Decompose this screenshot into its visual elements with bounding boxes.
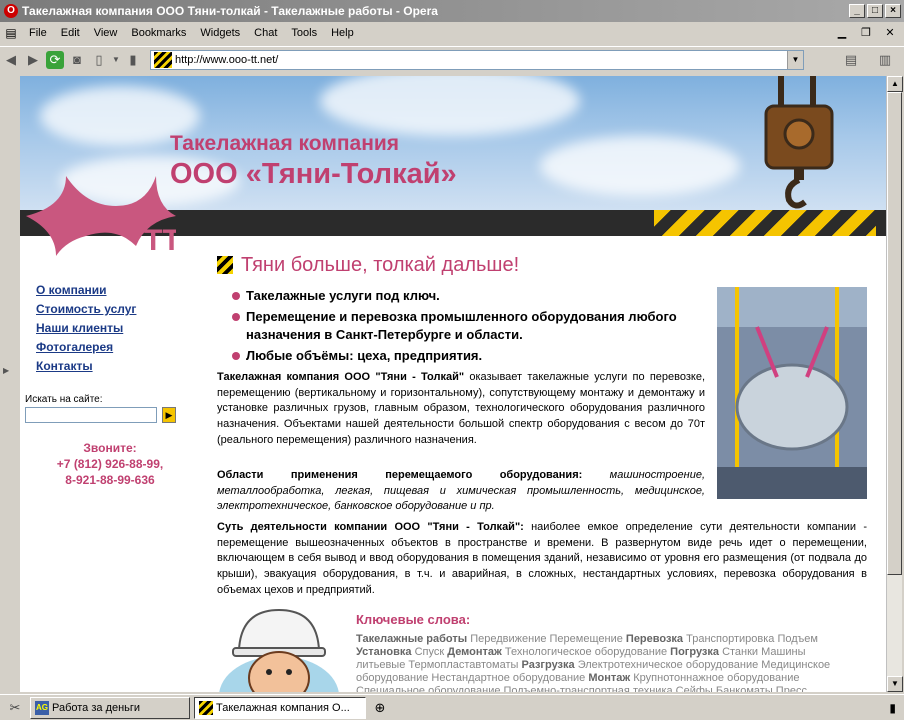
trash-icon[interactable]: ▮ [122, 50, 144, 70]
keyword: Монтаж [588, 672, 631, 684]
search-label: Искать на сайте: [25, 394, 103, 405]
bullet-item: Перемещение и перевозка промышленного об… [232, 308, 712, 344]
panel-icon[interactable]: ▥ [874, 50, 896, 70]
print-icon[interactable]: ▤ [840, 50, 862, 70]
nav-gallery[interactable]: Фотогалерея [36, 339, 136, 355]
paragraph-essence: Суть деятельности компании ООО "Тяни - Т… [217, 520, 867, 599]
worker-illustration [219, 608, 339, 692]
keyword: Перевозка [625, 633, 684, 645]
areas-bold: Области применения перемещаемого оборудо… [217, 469, 583, 481]
vertical-scrollbar[interactable]: ▲ ▼ [886, 76, 903, 692]
menu-chat[interactable]: Chat [247, 27, 284, 39]
tab-restore-icon[interactable]: ❐ [858, 26, 874, 40]
tab-work-for-money[interactable]: AG Работа за деньги [30, 696, 190, 719]
headline-stripes-icon [217, 256, 233, 274]
opera-icon: O [4, 4, 18, 18]
menu-tools[interactable]: Tools [284, 27, 324, 39]
address-dropdown-icon[interactable]: ▼ [787, 50, 803, 69]
phones-heading: Звоните: [83, 441, 137, 455]
keyword: Погрузка [670, 646, 720, 658]
search-submit-button[interactable]: ▶ [162, 407, 176, 423]
scroll-up-icon[interactable]: ▲ [887, 76, 903, 92]
main-headline: Тяни больше, толкай дальше! [241, 254, 520, 276]
page-icon[interactable]: ▯ [88, 50, 110, 70]
camera-icon[interactable]: ◙ [66, 50, 88, 70]
search-input[interactable] [25, 407, 157, 423]
back-arrow-icon[interactable]: ◀ [0, 50, 22, 70]
equipment-photo [717, 287, 867, 499]
nav-about[interactable]: О компании [36, 282, 136, 298]
service-bullets: Такелажные услуги под ключ. Перемещение … [232, 287, 712, 368]
paragraph-intro: Такелажная компания ООО "Тяни - Толкай" … [217, 370, 705, 449]
keyword: Такелажные работы [356, 633, 468, 645]
navigation-toolbar: ◀ ▶ ⟳ ◙ ▯ ▼ ▮ http://www.ooo-tt.net/ ▼ ▤… [0, 46, 904, 72]
menu-bar: ▤ File Edit View Bookmarks Widgets Chat … [0, 22, 904, 44]
menu-view[interactable]: View [87, 27, 125, 39]
tab-minimize-icon[interactable]: ▁ [834, 26, 850, 40]
tab-close-icon[interactable]: ✕ [882, 26, 898, 40]
company-title-line2: ООО «Тяни-Толкай» [170, 158, 457, 190]
hazard-stripes [654, 210, 876, 236]
address-bar[interactable]: http://www.ooo-tt.net/ ▼ [150, 49, 804, 70]
bullet-item: Такелажные услуги под ключ. [232, 287, 712, 305]
sidebar-nav: О компании Стоимость услуг Наши клиенты … [36, 282, 136, 377]
close-button[interactable]: × [885, 4, 901, 18]
forward-arrow-icon[interactable]: ▶ [22, 50, 44, 70]
keywords-block: Такелажные работы Передвижение Перемещен… [356, 633, 846, 692]
keywords-title: Ключевые слова: [356, 612, 471, 627]
menu-file[interactable]: File [22, 27, 54, 39]
scroll-thumb[interactable] [887, 92, 902, 575]
menu-help[interactable]: Help [324, 27, 361, 39]
phone-1: +7 (812) 926-88-99, [56, 457, 164, 471]
bullet-item: Любые объёмы: цеха, предприятия. [232, 347, 712, 365]
title-bar: O Такелажная компания ООО Тяни-толкай - … [0, 0, 904, 22]
menu-bookmarks[interactable]: Bookmarks [124, 27, 193, 39]
keyword: Демонтаж [447, 646, 502, 658]
keyword: Транспортировка Подъем [683, 633, 818, 645]
keyword: Передвижение Перемещение [467, 633, 626, 645]
dropdown-arrow-icon[interactable]: ▼ [110, 50, 122, 70]
panel-toggle-gutter[interactable]: ▶ [0, 76, 20, 692]
intro-bold: Такелажная компания ООО "Тяни - Толкай" [217, 371, 465, 383]
trash-can-icon[interactable]: ▮ [889, 701, 896, 715]
phone-2: 8-921-88-99-636 [65, 473, 155, 487]
site-favicon-icon [154, 51, 172, 68]
company-logo: ТТ [26, 176, 176, 256]
company-title-line1: Такелажная компания [170, 132, 400, 155]
nav-prices[interactable]: Стоимость услуг [36, 301, 136, 317]
menu-edit[interactable]: Edit [54, 27, 87, 39]
keyword: Разгрузка [521, 659, 575, 671]
nav-clients[interactable]: Наши клиенты [36, 320, 136, 336]
essence-bold: Суть деятельности компании ООО "Тяни - Т… [217, 521, 524, 533]
window-title: Такелажная компания ООО Тяни-толкай - Та… [22, 4, 438, 18]
tools-icon[interactable]: ✂ [0, 700, 30, 716]
keyword: Технологическое оборудование [501, 646, 671, 658]
logo-letters: ТТ [144, 224, 176, 256]
minimize-button[interactable]: _ [849, 4, 865, 18]
tab-rigging-company[interactable]: Такелажная компания О... [194, 696, 366, 719]
crane-hook-image [764, 76, 834, 209]
menu-widgets[interactable]: Widgets [193, 27, 247, 39]
maximize-button[interactable]: □ [867, 4, 883, 18]
keyword: Установка [356, 646, 412, 658]
tab-label: Такелажная компания О... [216, 701, 350, 714]
address-input[interactable]: http://www.ooo-tt.net/ [175, 54, 787, 66]
reload-icon[interactable]: ⟳ [46, 50, 64, 69]
scroll-down-icon[interactable]: ▼ [887, 676, 903, 692]
page-menu-icon[interactable]: ▤ [0, 26, 22, 40]
page-viewport: Такелажная компания ООО «Тяни-Толкай» ТТ… [20, 76, 886, 692]
panel-toggle-icon[interactable]: ▶ [3, 366, 9, 375]
keyword: Спуск [411, 646, 448, 658]
tab-bar: ✂ AG Работа за деньги Такелажная компани… [0, 694, 904, 720]
paragraph-areas: Области применения перемещаемого оборудо… [217, 468, 705, 515]
new-tab-icon[interactable]: ⊕ [370, 700, 390, 716]
ag-site-icon: AG [35, 700, 49, 715]
nav-contacts[interactable]: Контакты [36, 358, 136, 374]
tab-label: Работа за деньги [52, 701, 141, 714]
tt-site-icon [199, 700, 213, 715]
contact-phones: Звоните: +7 (812) 926-88-99, 8-921-88-99… [20, 440, 200, 488]
